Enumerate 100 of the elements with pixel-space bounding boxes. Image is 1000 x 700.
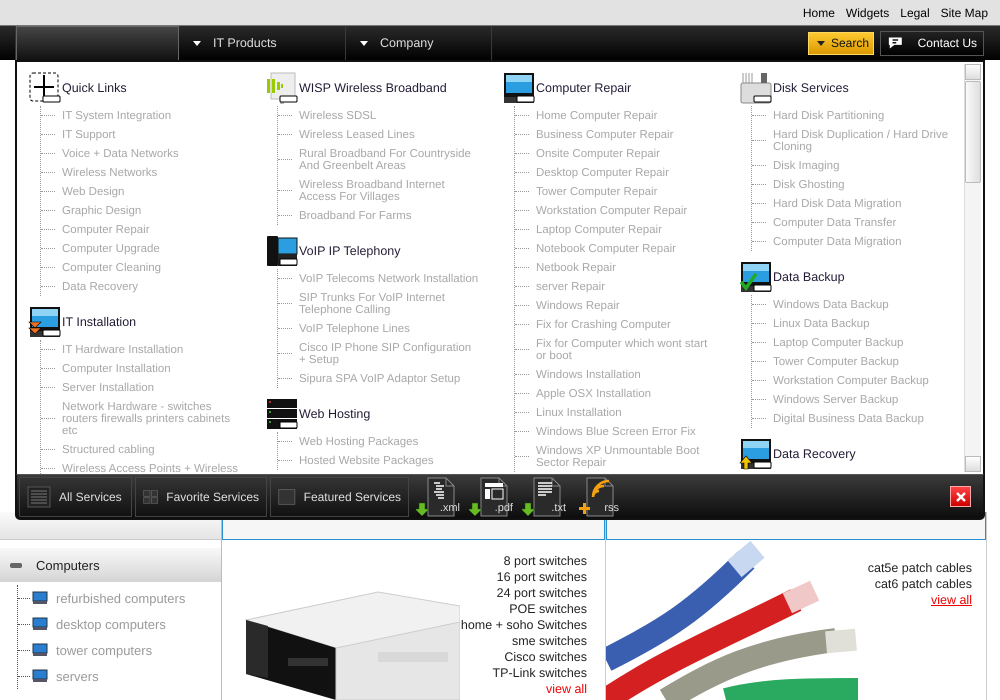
menu-link[interactable]: Digital Business Data Backup [773, 409, 924, 428]
menu-link[interactable]: Laptop Computer Backup [773, 333, 904, 352]
toolbar-button[interactable]: All Services [19, 476, 132, 516]
menu-heading[interactable]: Quick Links [62, 81, 127, 95]
search-button[interactable]: Search [808, 32, 874, 54]
product-link[interactable]: cat6 patch cables [874, 576, 972, 592]
product-link[interactable]: TP-Link switches [492, 665, 587, 681]
menu-link[interactable]: VoIP Telecoms Network Installation [299, 269, 478, 288]
menu-link[interactable]: Fix for Crashing Computer [536, 315, 671, 334]
menu-link[interactable]: Workstation Computer Repair [536, 201, 688, 220]
menu-link[interactable]: Desktop Computer Repair [536, 163, 669, 182]
menu-link[interactable]: Notebook Computer Repair [536, 239, 676, 258]
menu-link[interactable]: Rural Broadband For Countryside And Greenbelt Areas [299, 144, 479, 175]
export-button[interactable]: .txt [522, 476, 568, 516]
menu-link[interactable]: Computer Installation [62, 359, 171, 378]
menu-link[interactable]: Windows Blue Screen Error Fix [536, 422, 696, 441]
menu-link[interactable]: Windows Data Backup [773, 295, 889, 314]
category-header[interactable]: Computers [0, 548, 221, 582]
menu-link[interactable]: Business Computer Repair [536, 125, 674, 144]
menu-link[interactable]: Disk Imaging [773, 156, 840, 175]
scrollbar[interactable] [964, 64, 981, 472]
menu-link[interactable]: Wireless Access Points + Wireless [62, 459, 238, 474]
menu-link[interactable]: Linux Installation [536, 403, 622, 422]
nav-tab[interactable] [16, 26, 179, 60]
category-link[interactable]: refurbished computers [56, 590, 186, 606]
product-link[interactable]: home + soho Switches [460, 617, 587, 633]
top-link[interactable]: Site Map [940, 6, 988, 20]
menu-link[interactable]: Computer Repair [62, 220, 150, 239]
menu-link[interactable]: Fix for Computer which wont start or boot [536, 334, 716, 365]
menu-link[interactable]: Server Installation [62, 378, 154, 397]
menu-link[interactable]: Netbook Repair [536, 258, 616, 277]
menu-link[interactable]: server Repair [536, 277, 606, 296]
close-button[interactable] [950, 486, 971, 507]
menu-link[interactable]: Wireless Broadband Internet Access For Villages [299, 175, 479, 206]
menu-heading[interactable]: IT Installation [62, 315, 136, 329]
menu-link[interactable]: Computer Data Transfer [773, 213, 896, 232]
menu-link[interactable]: IT System Integration [62, 106, 172, 125]
menu-link[interactable]: Windows Installation [536, 365, 641, 384]
menu-link[interactable]: Windows Repair [536, 296, 620, 315]
menu-link[interactable]: Computer Upgrade [62, 239, 160, 258]
menu-link[interactable]: Apple OSX Installation [536, 384, 652, 403]
menu-link[interactable]: SIP Trunks For VoIP Internet Telephone Calling [299, 288, 479, 319]
export-button[interactable]: .xml [416, 476, 462, 516]
top-link[interactable]: Home [802, 6, 835, 20]
menu-link[interactable]: Voice + Data Networks [62, 144, 179, 163]
category-link[interactable]: tower computers [56, 642, 152, 658]
menu-link[interactable]: Sipura SPA VoIP Adaptor Setup [299, 369, 460, 388]
menu-link[interactable]: Hard Disk Duplication / Hard Drive Cloning [773, 125, 953, 156]
menu-heading[interactable]: VoIP IP Telephony [299, 244, 400, 258]
menu-link[interactable]: Graphic Design [62, 201, 142, 220]
menu-link[interactable]: Structured cabling [62, 440, 155, 459]
product-link[interactable]: 8 port switches [504, 553, 587, 569]
menu-link[interactable]: Tower Computer Repair [536, 182, 658, 201]
menu-link[interactable]: Wireless SDSL [299, 106, 376, 125]
menu-link[interactable]: Hosted Website Packages [299, 451, 434, 470]
category-link[interactable]: desktop computers [56, 616, 166, 632]
menu-link[interactable]: Linux Data Backup [773, 314, 870, 333]
menu-link[interactable]: Computer Data Migration [773, 232, 902, 251]
menu-link[interactable]: Windows Server Backup [773, 390, 898, 409]
toolbar-button[interactable]: Favorite Services [135, 476, 267, 516]
top-link[interactable]: Widgets [846, 6, 890, 20]
menu-heading[interactable]: Data Recovery [773, 447, 856, 461]
top-link[interactable]: Legal [900, 6, 930, 20]
menu-link[interactable]: Onsite Computer Repair [536, 144, 660, 163]
menu-link[interactable]: Broadband For Farms [299, 206, 412, 225]
menu-link[interactable]: Cisco IP Phone SIP Configuration + Setup [299, 338, 479, 369]
menu-link[interactable]: Data Recovery [62, 277, 138, 296]
contact-button[interactable]: Contact Us [880, 30, 984, 56]
menu-link[interactable]: IT Support [62, 125, 116, 144]
view-all-link[interactable]: view all [931, 592, 972, 608]
menu-link[interactable]: Wireless Networks [62, 163, 158, 182]
menu-link[interactable]: Disk Ghosting [773, 175, 845, 194]
product-link[interactable]: 24 port switches [496, 585, 587, 601]
menu-link[interactable]: IT Hardware Installation [62, 340, 184, 359]
export-button[interactable]: .pdf [469, 476, 515, 516]
category-link[interactable]: servers [56, 668, 99, 684]
menu-link[interactable]: Tower Computer Backup [773, 352, 899, 371]
menu-link[interactable]: Network Hardware - switches routers firewalls printers cabinets etc [62, 397, 242, 440]
menu-link[interactable]: VoIP Telephone Lines [299, 319, 410, 338]
product-link[interactable]: Cisco switches [504, 649, 587, 665]
menu-link[interactable]: Home Computer Repair [536, 106, 658, 125]
menu-heading[interactable]: Disk Services [773, 81, 849, 95]
menu-link[interactable]: Computer Cleaning [62, 258, 162, 277]
menu-link[interactable]: Hard Disk Data Migration [773, 194, 902, 213]
menu-heading[interactable]: Web Hosting [299, 407, 370, 421]
toolbar-button[interactable]: Featured Services [270, 476, 409, 516]
view-all-link[interactable]: view all [546, 681, 587, 697]
menu-link[interactable]: Workstation Computer Backup [773, 371, 929, 390]
menu-link[interactable]: Web Design [62, 182, 124, 201]
product-link[interactable]: POE switches [509, 601, 587, 617]
menu-link[interactable]: Windows XP Unmountable Boot Sector Repair [536, 441, 716, 472]
menu-heading[interactable]: Data Backup [773, 270, 845, 284]
product-link[interactable]: cat5e patch cables [868, 560, 972, 576]
menu-heading[interactable]: Computer Repair [536, 81, 632, 95]
export-button[interactable]: rss [575, 476, 621, 516]
menu-link[interactable]: Web Hosting Packages [299, 432, 418, 451]
menu-link[interactable]: Wireless Leased Lines [299, 125, 415, 144]
menu-heading[interactable]: WISP Wireless Broadband [299, 81, 447, 95]
menu-link[interactable]: Hard Disk Partitioning [773, 106, 884, 125]
menu-link[interactable]: Laptop Computer Repair [536, 220, 662, 239]
